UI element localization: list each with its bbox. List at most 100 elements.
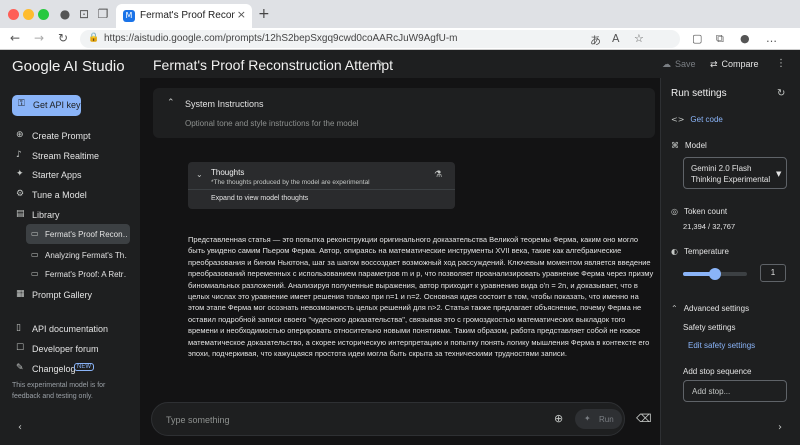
- new-tab-icon[interactable]: +: [258, 6, 270, 22]
- thoughts-panel[interactable]: ⌄ Thoughts *The thoughts produced by the…: [188, 162, 455, 209]
- stop-sequence-input[interactable]: Add stop...: [683, 380, 787, 402]
- sidebar-item-api-documentation[interactable]: ▯ API documentation: [12, 320, 132, 338]
- new-badge: NEW: [74, 363, 94, 371]
- collections-icon[interactable]: ⧉: [716, 32, 724, 46]
- sidebar-item-label: Prompt Gallery: [32, 290, 93, 300]
- microphone-icon: ♪: [16, 150, 22, 160]
- sidebar-item-label: Stream Realtime: [32, 151, 100, 161]
- model-select[interactable]: Gemini 2.0 Flash Thinking Experimental ▼: [683, 157, 787, 189]
- more-options-icon[interactable]: ⋮: [776, 58, 786, 69]
- thoughts-disclaimer: *The thoughts produced by the model are …: [211, 179, 370, 186]
- code-icon: <>: [671, 115, 685, 124]
- sidebar-item-changelog[interactable]: ✎ Changelog NEW: [12, 360, 132, 378]
- collapse-sidebar-icon[interactable]: ‹: [18, 422, 22, 433]
- workspaces-icon[interactable]: ⊡: [77, 7, 91, 21]
- forum-icon: ☐: [16, 343, 25, 353]
- forward-icon[interactable]: →: [34, 31, 44, 45]
- system-instructions-input[interactable]: Optional tone and style instructions for…: [185, 119, 358, 128]
- library-item[interactable]: ▭ Fermat's Proof Recon…: [26, 224, 130, 244]
- browser-menu-icon[interactable]: …: [766, 32, 777, 45]
- translate-icon[interactable]: あ: [590, 32, 601, 48]
- sidebar-item-developer-forum[interactable]: ☐ Developer forum: [12, 340, 132, 358]
- save-button[interactable]: ☁ Save: [662, 59, 696, 70]
- run-label: Run: [599, 415, 614, 424]
- system-instructions-title: System Instructions: [185, 99, 264, 109]
- chat-icon: ▭: [31, 250, 39, 259]
- advanced-settings-toggle[interactable]: ⌃ Advanced settings: [671, 304, 749, 313]
- browser-tab-title: Fermat's Proof Reconstruction: [140, 10, 235, 21]
- changelog-icon: ✎: [16, 363, 24, 373]
- save-icon: ☁: [662, 60, 671, 70]
- token-count-value: 21,394 / 32,767: [683, 222, 736, 231]
- window-zoom-button[interactable]: [38, 9, 49, 20]
- profile-icon[interactable]: ●: [58, 7, 72, 21]
- compare-icon: ⇄: [710, 60, 718, 70]
- reset-settings-icon[interactable]: ↻: [777, 88, 785, 99]
- flask-icon: ⚗: [434, 170, 443, 180]
- browser-profile-icon[interactable]: ●: [740, 32, 750, 45]
- save-label: Save: [675, 59, 696, 69]
- clear-chat-icon[interactable]: ⌫: [636, 412, 652, 425]
- sidebar-item-stream-realtime[interactable]: ♪ Stream Realtime: [12, 147, 132, 165]
- sidebar-item-starter-apps[interactable]: ✦ Starter Apps: [12, 166, 132, 184]
- back-icon[interactable]: ←: [10, 31, 20, 45]
- model-response: Представленная статья — это попытка реко…: [188, 235, 654, 359]
- run-button[interactable]: ✦ Run: [575, 409, 622, 429]
- temperature-slider[interactable]: [683, 268, 747, 280]
- window-minimize-button[interactable]: [23, 9, 34, 20]
- compare-label: Compare: [721, 59, 759, 69]
- split-screen-icon[interactable]: ▢: [692, 32, 702, 45]
- run-icon: ✦: [584, 414, 591, 423]
- sidebar-item-label: Create Prompt: [32, 131, 91, 141]
- brand-logo[interactable]: Google AI Studio: [12, 58, 125, 75]
- sidebar-item-prompt-gallery[interactable]: ▦ Prompt Gallery: [12, 286, 132, 304]
- chevron-up-icon[interactable]: ⌃: [167, 98, 175, 108]
- library-item-label: Fermat's Proof Recon…: [45, 230, 127, 239]
- prompt-input[interactable]: Type something: [166, 415, 230, 425]
- chevron-down-icon[interactable]: ⌄: [196, 170, 203, 179]
- reload-icon[interactable]: ↻: [58, 31, 68, 45]
- sidebar-item-library[interactable]: ▤ Library: [12, 206, 132, 224]
- url-text[interactable]: https://aistudio.google.com/prompts/12hS…: [104, 33, 458, 44]
- favorite-star-icon[interactable]: ☆: [634, 32, 644, 45]
- main-panel: ⌃ System Instructions Optional tone and …: [140, 50, 660, 445]
- advanced-settings-label: Advanced settings: [683, 304, 750, 313]
- library-item[interactable]: ▭ Analyzing Fermat's Th…: [26, 245, 130, 265]
- token-count-label: Token count: [683, 207, 728, 216]
- edit-safety-settings-link[interactable]: Edit safety settings: [688, 341, 755, 350]
- compare-button[interactable]: ⇄ Compare: [710, 59, 759, 70]
- reader-icon[interactable]: A: [612, 32, 620, 45]
- library-item[interactable]: ▭ Fermat's Proof: A Retr…: [26, 264, 130, 284]
- get-code-label: Get code: [690, 115, 723, 124]
- token-icon: ◎: [671, 207, 678, 216]
- expand-panel-icon[interactable]: ›: [778, 422, 782, 433]
- gallery-icon: ▦: [16, 289, 25, 299]
- window-close-button[interactable]: [8, 9, 19, 20]
- library-icon: ▤: [16, 209, 25, 219]
- tune-icon: ⚙: [16, 189, 25, 199]
- temperature-input[interactable]: 1: [760, 264, 786, 282]
- divider: [188, 189, 455, 190]
- token-count-row: ◎ Token count: [671, 207, 727, 216]
- get-api-key-button[interactable]: ⚿ Get API key: [12, 95, 81, 116]
- page-title[interactable]: Fermat's Proof Reconstruction Attempt: [153, 57, 393, 73]
- add-media-icon[interactable]: ⊕: [554, 412, 563, 425]
- tab-actions-icon[interactable]: ❐: [96, 7, 110, 21]
- expand-thoughts-button[interactable]: Expand to view model thoughts: [211, 195, 308, 202]
- system-instructions-card[interactable]: ⌃ System Instructions Optional tone and …: [153, 88, 655, 138]
- sidebar-item-tune-model[interactable]: ⚙ Tune a Model: [12, 186, 132, 204]
- experimental-note: This experimental model is for feedback …: [12, 382, 106, 400]
- run-settings-title: Run settings: [671, 88, 727, 99]
- chat-icon: ▭: [31, 229, 39, 238]
- get-code-button[interactable]: <> Get code: [671, 115, 723, 124]
- stop-sequence-placeholder: Add stop...: [692, 387, 731, 396]
- model-label: Model: [685, 141, 707, 150]
- run-settings-panel: Run settings ↻ <> Get code ⌘ Model Gemini …: [660, 78, 800, 445]
- temperature-slider-handle[interactable]: [709, 268, 721, 280]
- temperature-label: Temperature: [683, 247, 729, 256]
- close-tab-icon[interactable]: ×: [237, 8, 246, 21]
- sidebar-item-create-prompt[interactable]: ⊕ Create Prompt: [12, 127, 132, 145]
- edit-title-icon[interactable]: ✎: [376, 59, 384, 70]
- create-prompt-icon: ⊕: [16, 130, 24, 140]
- browser-tab-active[interactable]: M Fermat's Proof Reconstruction ×: [116, 4, 252, 28]
